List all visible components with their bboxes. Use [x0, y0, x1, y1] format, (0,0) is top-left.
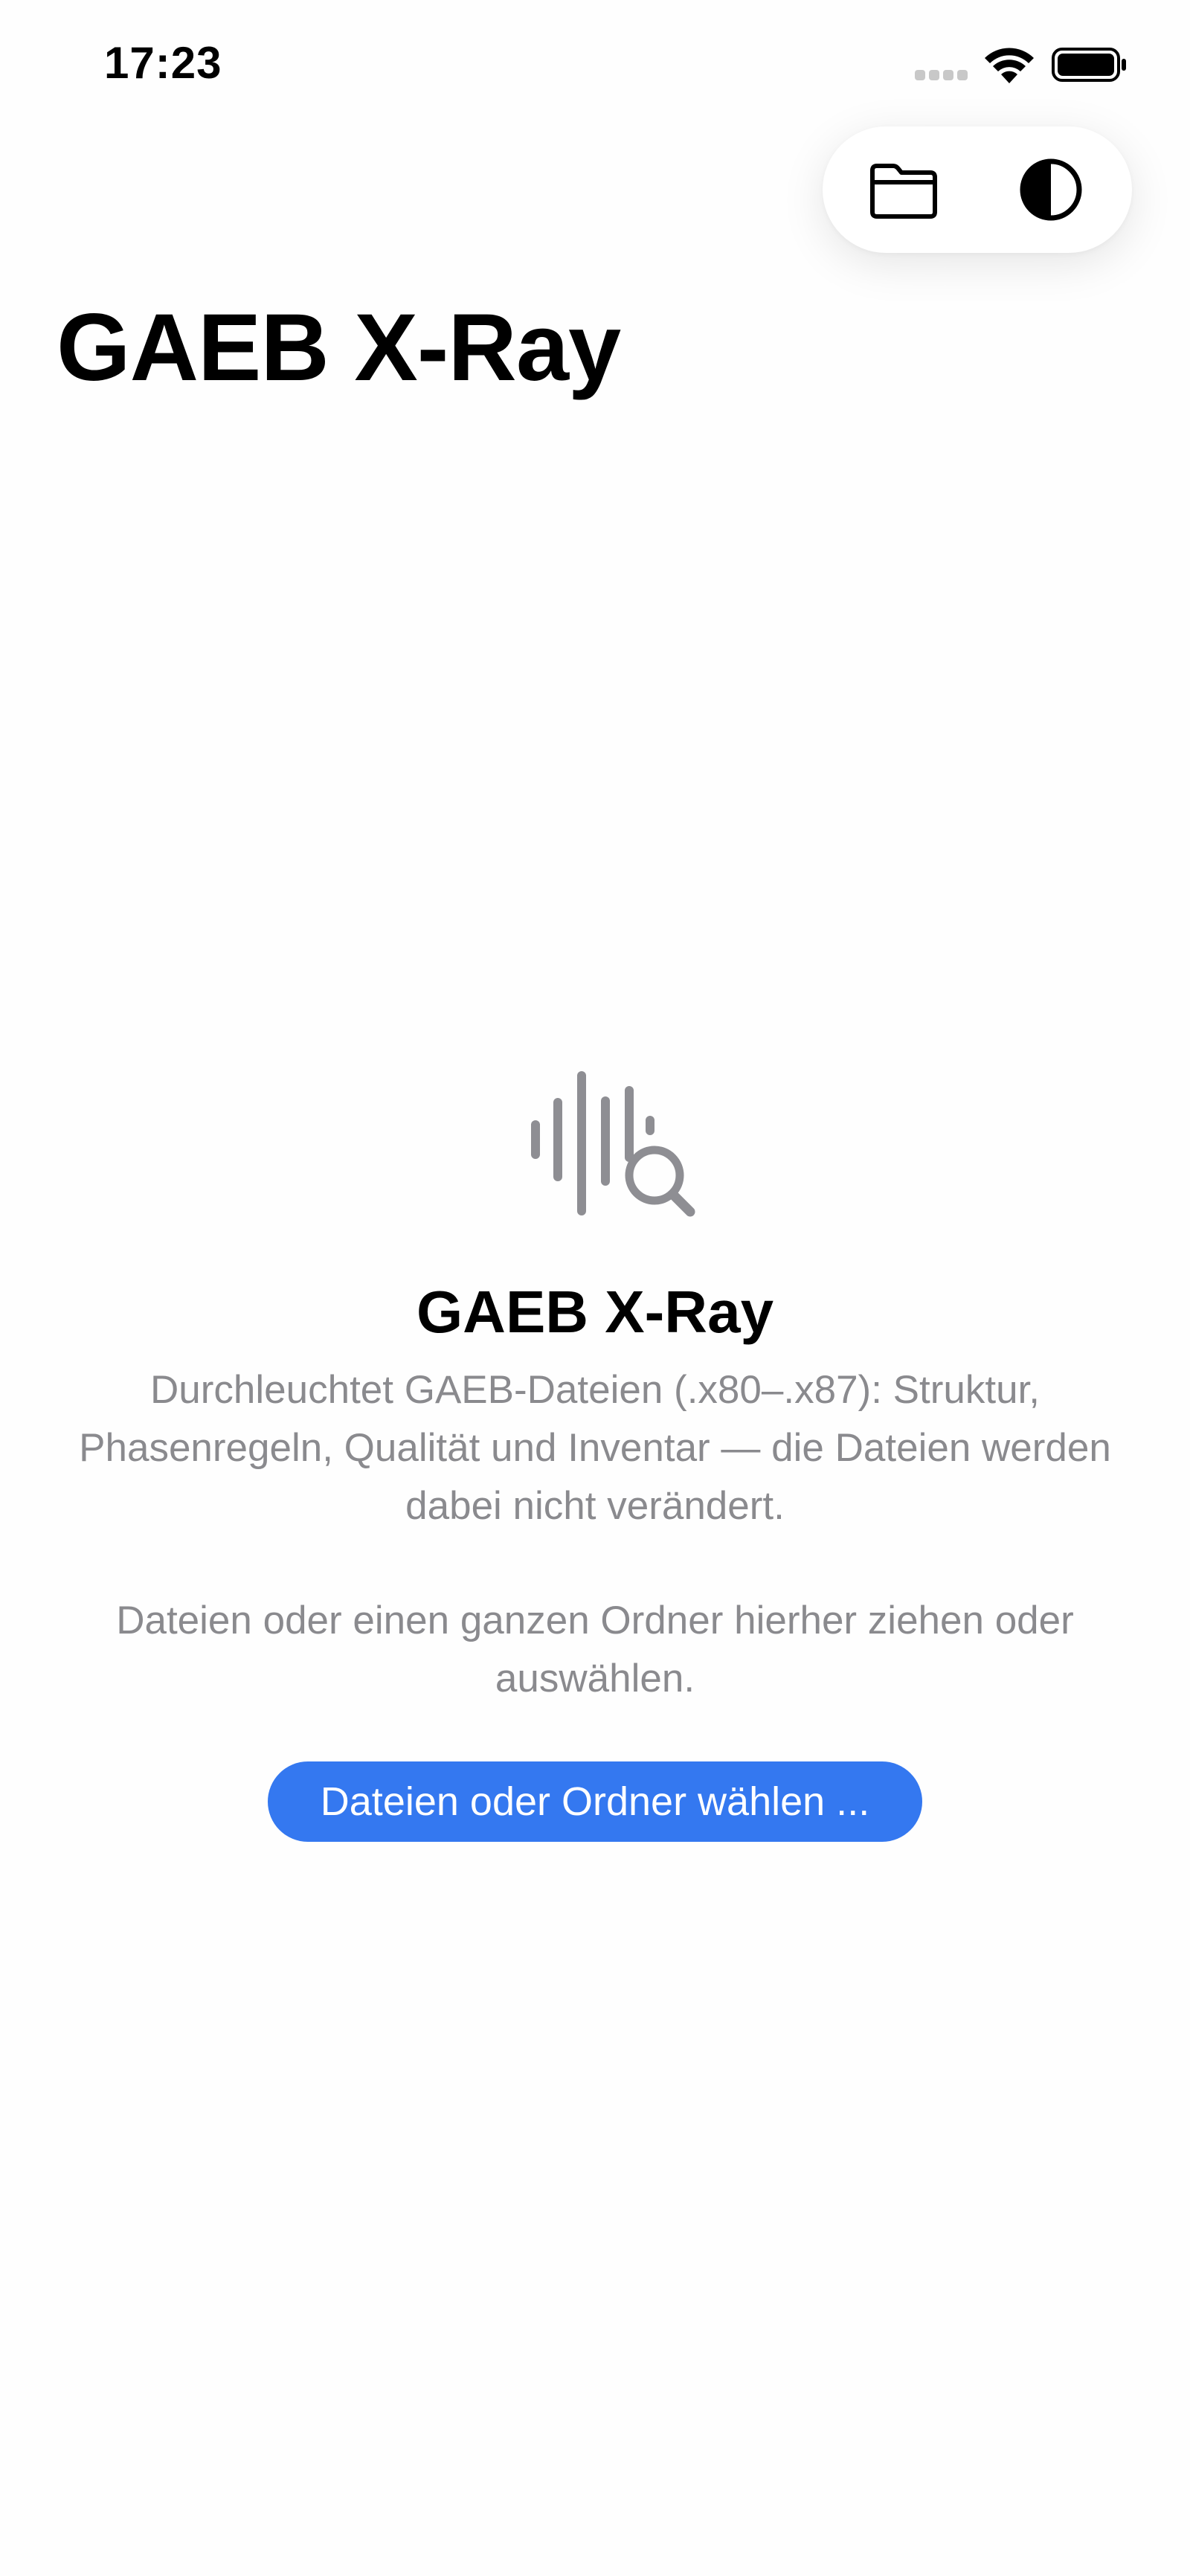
contrast-icon: [1020, 158, 1082, 221]
folder-icon: [870, 164, 937, 219]
wifi-icon: [985, 48, 1034, 83]
page-title: GAEB X-Ray: [57, 295, 621, 401]
choose-files-button[interactable]: Dateien oder Ordner wählen ...: [268, 1761, 922, 1842]
appearance-toggle-button[interactable]: [980, 126, 1122, 253]
app-screen: 17:23 GAEB X-Ray GAEB X-Ray Durchleuchte…: [0, 0, 1190, 2576]
open-folder-button[interactable]: [833, 126, 974, 253]
empty-state-title: GAEB X-Ray: [416, 1279, 774, 1345]
status-time: 17:23: [104, 38, 222, 88]
empty-state-hint: Dateien oder einen ganzen Ordner hierher…: [116, 1599, 1074, 1700]
cellular-signal-icon: [915, 70, 968, 80]
battery-icon: [1052, 48, 1126, 82]
waveform-magnifyingglass-icon: [531, 1071, 695, 1217]
empty-state-description: Durchleuchtet GAEB-Dateien (.x80–.x87): …: [79, 1368, 1111, 1528]
toolbar: [823, 126, 1132, 253]
